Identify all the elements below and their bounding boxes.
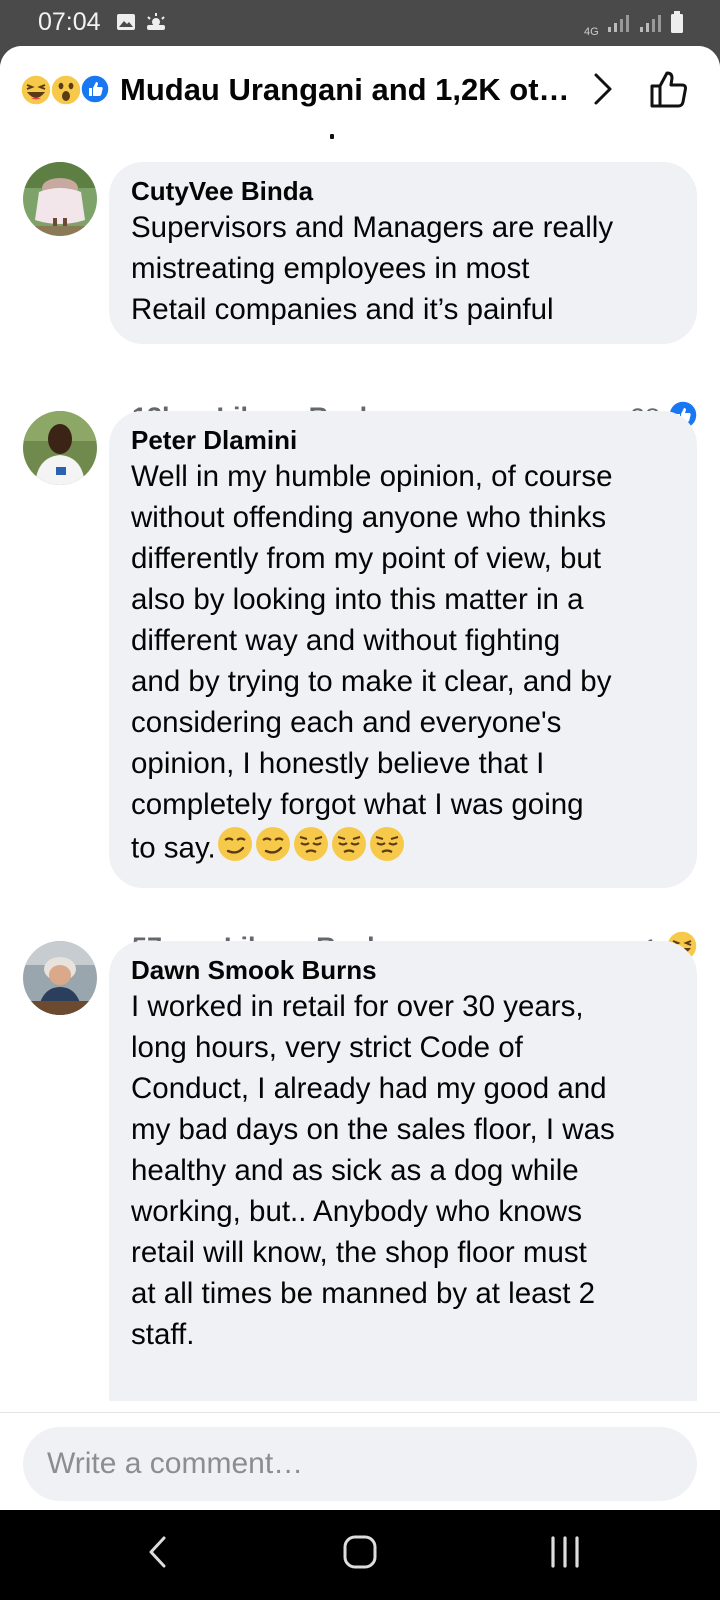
like-outline-icon[interactable] [648,68,690,115]
comment-text: I worked in retail for over 30 years, lo… [131,990,615,1351]
status-bar: 07:04 4G [0,0,720,46]
reactions-title[interactable]: Mudau Urangani and 1,2K ot… [120,72,570,108]
scroll-dot [330,134,334,139]
comment-author[interactable]: Peter Dlamini [131,424,675,456]
system-navigation-bar [0,1510,720,1600]
network-4g-label: 4G [584,26,599,38]
smirk-emoji-icon [255,827,290,861]
chevron-right-icon[interactable] [592,72,614,111]
comment-emojis [216,825,406,874]
laugh-reaction-icon [20,74,52,111]
avatar[interactable] [23,162,97,236]
pensive-emoji-icon [331,827,366,861]
reactions-comments-sheet: Mudau Urangani and 1,2K ot… CutyVee Bind… [0,46,720,1510]
weather-notification-icon [144,12,168,37]
pensive-emoji-icon [369,827,404,861]
battery-icon [670,11,684,38]
comment-input-placeholder: Write a comment… [47,1447,304,1480]
signal-strength-icon [606,13,630,38]
reaction-summary[interactable] [20,74,110,111]
smirk-emoji-icon [217,827,252,861]
signal-strength-icon-2 [638,13,662,38]
home-icon[interactable] [342,1534,378,1575]
sheet-header: Mudau Urangani and 1,2K ot… [0,46,720,136]
back-icon[interactable] [146,1534,168,1575]
gallery-notification-icon [116,12,136,37]
avatar[interactable] [23,941,97,1015]
comment-input[interactable]: Write a comment… [23,1427,697,1501]
comment-text: Supervisors and Managers are really mist… [131,211,614,326]
like-reaction-icon [80,74,110,111]
comment-author[interactable]: Dawn Smook Burns [131,954,675,986]
recent-apps-icon[interactable] [548,1534,582,1575]
comment-bubble[interactable]: Dawn Smook Burns I worked in retail for … [109,941,697,1401]
comment-text: Well in my humble opinion, of course wit… [131,460,613,865]
avatar[interactable] [23,411,97,485]
pensive-emoji-icon [293,827,328,861]
comment-bubble[interactable]: Peter Dlamini Well in my humble opinion,… [109,411,697,888]
comment-composer-bar: Write a comment… [0,1412,720,1510]
status-time: 07:04 [38,8,101,36]
comment-author[interactable]: CutyVee Binda [131,175,675,207]
comment-bubble[interactable]: CutyVee Binda Supervisors and Managers a… [109,162,697,344]
wow-reaction-icon [50,74,82,111]
